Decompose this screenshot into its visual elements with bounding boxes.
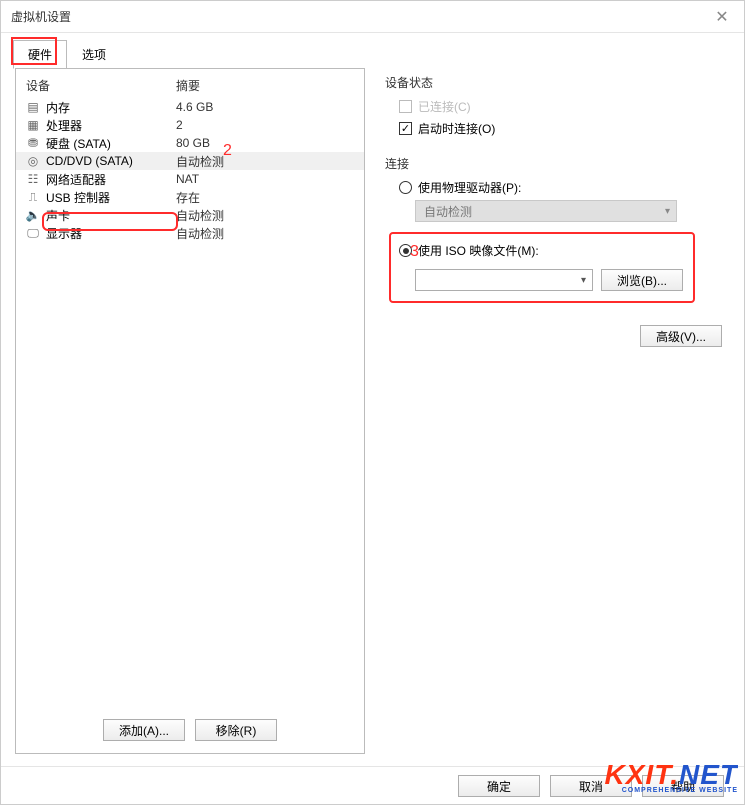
row-summary: 80 GB <box>176 136 210 150</box>
col-device: 设备 <box>26 77 176 94</box>
use-physical-label: 使用物理驱动器(P): <box>418 179 521 196</box>
row-sound[interactable]: 🔈 声卡 自动检测 <box>16 206 364 224</box>
row-network[interactable]: ☷ 网络适配器 NAT <box>16 170 364 188</box>
memory-icon: ▤ <box>26 100 40 114</box>
use-iso-label: 使用 ISO 映像文件(M): <box>418 242 539 259</box>
connected-row: 已连接(C) <box>399 97 726 115</box>
chevron-down-icon: ▾ <box>665 206 670 217</box>
browse-button[interactable]: 浏览(B)... <box>601 269 683 291</box>
row-summary: 自动检测 <box>176 225 224 242</box>
row-label: CD/DVD (SATA) <box>46 154 176 168</box>
connected-checkbox <box>399 100 412 113</box>
row-summary: 存在 <box>176 189 200 206</box>
connect-on-power-row[interactable]: ✓ 启动时连接(O) <box>399 119 726 137</box>
physical-drive-value: 自动检测 <box>424 203 472 220</box>
dialog-body: 设备 摘要 ▤ 内存 4.6 GB ▦ 处理器 2 ⛃ 硬盘 (SATA) 80… <box>1 68 744 766</box>
connected-label: 已连接(C) <box>418 98 471 115</box>
row-cddvd[interactable]: ◎ CD/DVD (SATA) 自动检测 <box>16 152 364 170</box>
help-button[interactable]: 帮助 <box>642 775 724 797</box>
usb-icon: ⎍ <box>26 190 40 204</box>
device-settings-panel: 设备状态 已连接(C) ✓ 启动时连接(O) 连接 使用物理驱动器(P): 自动… <box>377 68 730 754</box>
row-label: 内存 <box>46 99 176 116</box>
hardware-list-header: 设备 摘要 <box>16 75 364 98</box>
cpu-icon: ▦ <box>26 118 40 132</box>
connection-title: 连接 <box>385 155 726 172</box>
titlebar: 虚拟机设置 ✕ <box>1 1 744 33</box>
speaker-icon: 🔈 <box>26 208 40 222</box>
physical-drive-combo: 自动检测 ▾ <box>415 200 677 222</box>
row-label: 声卡 <box>46 207 176 224</box>
row-summary: 自动检测 <box>176 153 224 170</box>
device-status-title: 设备状态 <box>385 74 726 91</box>
ok-button[interactable]: 确定 <box>458 775 540 797</box>
row-summary: NAT <box>176 172 199 186</box>
row-label: 处理器 <box>46 117 176 134</box>
device-status-group: 设备状态 已连接(C) ✓ 启动时连接(O) <box>381 74 726 137</box>
col-summary: 摘要 <box>176 77 200 94</box>
use-iso-radio[interactable] <box>399 244 412 257</box>
cancel-button[interactable]: 取消 <box>550 775 632 797</box>
disc-icon: ◎ <box>26 154 40 168</box>
monitor-icon: 🖵 <box>26 226 40 240</box>
tab-options[interactable]: 选项 <box>67 40 121 69</box>
hardware-rows: ▤ 内存 4.6 GB ▦ 处理器 2 ⛃ 硬盘 (SATA) 80 GB ◎ … <box>16 98 364 711</box>
window-title: 虚拟机设置 <box>11 8 71 25</box>
iso-path-input[interactable]: ▾ <box>415 269 593 291</box>
row-label: 硬盘 (SATA) <box>46 135 176 152</box>
use-physical-radio[interactable] <box>399 181 412 194</box>
tab-hardware[interactable]: 硬件 <box>13 40 67 69</box>
connection-group: 连接 使用物理驱动器(P): 自动检测 ▾ 使用 ISO 映像文件(M): ▾ <box>381 155 726 347</box>
advanced-button[interactable]: 高级(V)... <box>640 325 722 347</box>
tab-strip: 硬件 选项 <box>1 33 744 68</box>
row-usb[interactable]: ⎍ USB 控制器 存在 <box>16 188 364 206</box>
remove-button[interactable]: 移除(R) <box>195 719 277 741</box>
add-button[interactable]: 添加(A)... <box>103 719 185 741</box>
connect-on-power-label: 启动时连接(O) <box>418 120 495 137</box>
close-icon[interactable]: ✕ <box>710 5 734 29</box>
use-physical-row[interactable]: 使用物理驱动器(P): <box>399 178 726 196</box>
row-summary: 2 <box>176 118 183 132</box>
row-hdd[interactable]: ⛃ 硬盘 (SATA) 80 GB <box>16 134 364 152</box>
disk-icon: ⛃ <box>26 136 40 150</box>
connect-on-power-checkbox[interactable]: ✓ <box>399 122 412 135</box>
hardware-list-panel: 设备 摘要 ▤ 内存 4.6 GB ▦ 处理器 2 ⛃ 硬盘 (SATA) 80… <box>15 68 365 754</box>
dialog-footer: 确定 取消 帮助 <box>1 766 744 805</box>
chevron-down-icon[interactable]: ▾ <box>581 275 586 286</box>
annotation-box-3: 使用 ISO 映像文件(M): ▾ 浏览(B)... <box>389 232 695 303</box>
row-label: 网络适配器 <box>46 171 176 188</box>
row-summary: 自动检测 <box>176 207 224 224</box>
row-cpu[interactable]: ▦ 处理器 2 <box>16 116 364 134</box>
row-memory[interactable]: ▤ 内存 4.6 GB <box>16 98 364 116</box>
row-label: 显示器 <box>46 225 176 242</box>
network-icon: ☷ <box>26 172 40 186</box>
hardware-list-footer: 添加(A)... 移除(R) <box>16 711 364 747</box>
row-display[interactable]: 🖵 显示器 自动检测 <box>16 224 364 242</box>
row-label: USB 控制器 <box>46 189 176 206</box>
row-summary: 4.6 GB <box>176 100 213 114</box>
